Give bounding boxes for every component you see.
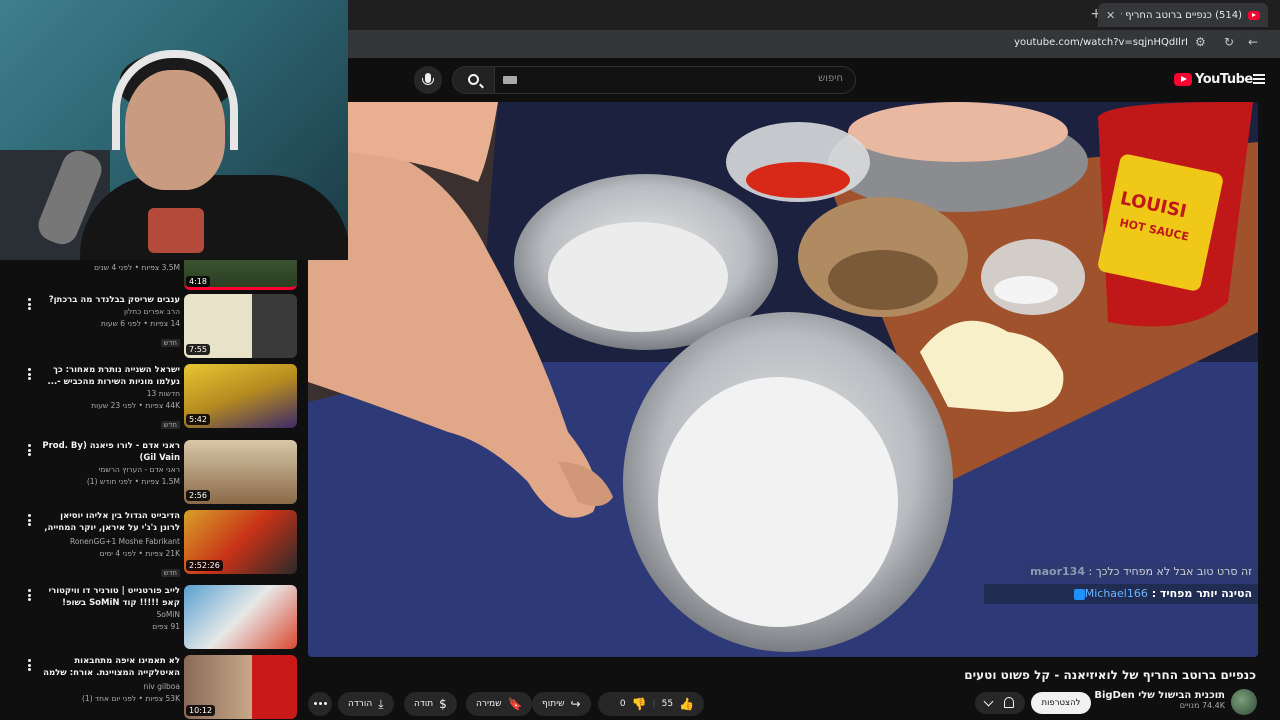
more-options-icon[interactable] [28, 659, 31, 671]
duration-badge: 2:56 [186, 490, 210, 501]
duration-badge: 7:55 [186, 344, 210, 355]
video-stats: 53K צפיות • לפני יום אחד (1) [82, 694, 180, 703]
list-item[interactable]: 5:42 ישראל השנייה נותרת מאחור: כך נעלמו … [0, 364, 308, 434]
logo-text: YouTube [1195, 72, 1253, 87]
dollar-icon: $ [439, 697, 447, 711]
hamburger-menu-icon[interactable] [1253, 74, 1265, 84]
list-item[interactable]: 2:56 ראני אדם - לורו פיאנה (Prod. By Gil… [0, 440, 308, 510]
chat-username: maor134 [1030, 565, 1085, 578]
new-badge: חדש [160, 339, 180, 347]
more-options-icon[interactable] [28, 298, 31, 310]
bell-icon [1004, 697, 1014, 708]
video-title[interactable]: ישראל השנייה נותרת מאחור: כך נעלמו מוניו… [40, 364, 181, 388]
duration-badge: 2:52:26 [186, 560, 223, 571]
streamer-webcam [0, 0, 348, 260]
list-item[interactable]: 4:18 3.5M צפיות • לפני 4 שנים [0, 260, 308, 296]
youtube-play-icon [1174, 73, 1192, 86]
video-title[interactable]: לא תאמינו איפה מתחבאות האיטלקייה המצויינ… [40, 655, 180, 681]
more-options-icon[interactable] [28, 589, 31, 601]
channel-name[interactable]: ראני אדם - הערוץ הרשמי [40, 464, 180, 476]
dislike-icon[interactable]: 👎 [632, 698, 647, 710]
search-icon [468, 74, 479, 85]
channel-name[interactable]: SoMiN [40, 609, 180, 621]
chevron-down-icon [983, 696, 994, 707]
video-stats: 44K צפיות • לפני 23 שעות [91, 401, 180, 410]
channel-avatar[interactable] [1231, 689, 1257, 715]
youtube-favicon-icon [1248, 10, 1260, 20]
video-title[interactable]: לייב פורטנייט | טורניר דו וויקטורי קאפ !… [40, 585, 180, 609]
download-label: הורדה [348, 699, 373, 709]
back-icon[interactable]: ← [1248, 35, 1258, 49]
like-dislike-button[interactable]: 👍 55 | 👎 0 [598, 692, 704, 716]
channel-name[interactable]: תוכנית הבישול שלי BigDen [1094, 690, 1225, 701]
chat-username: Michael166 [1084, 587, 1148, 600]
search-button[interactable] [452, 66, 495, 94]
browser-tab[interactable]: (514) כנפיים ברוטב החריף של ליוז ✕ [1098, 3, 1268, 27]
close-tab-icon[interactable]: ✕ [1106, 9, 1115, 22]
channel-name[interactable]: חדשות 13 [40, 388, 180, 400]
search-placeholder: חיפוש [818, 73, 843, 84]
channel-name[interactable]: niv gilboa [40, 681, 180, 693]
thanks-button[interactable]: $ תודה [404, 692, 457, 716]
tab-title: (514) כנפיים ברוטב החריף של ליוז [1121, 9, 1242, 21]
youtube-logo[interactable]: YouTube [1174, 72, 1253, 87]
voice-search-button[interactable] [414, 66, 442, 94]
video-stats: 1.5M צפיות • לפני חודש (1) [86, 477, 180, 486]
video-title[interactable]: ראני אדם - לורו פיאנה (Prod. By Gil Vain… [40, 440, 180, 464]
list-item[interactable]: 2:52:26 הדיבייט הגדול בין אליהו יוסיאן ל… [0, 510, 308, 580]
chat-message-text: הטינה יותר מפחיד [1159, 587, 1252, 600]
save-label: שמירה [476, 699, 502, 709]
save-button[interactable]: 🔖 שמירה [466, 692, 533, 716]
thanks-label: תודה [414, 699, 434, 709]
chat-message: זה סרט טוב אבל לא מפחיד כלכך : maor134 [1024, 562, 1258, 582]
list-item[interactable]: לייב פורטנייט | טורניר דו וויקטורי קאפ !… [0, 585, 308, 655]
bookmark-icon: 🔖 [507, 697, 523, 711]
chat-message: הטינה יותר מפחיד : Michael166 [984, 584, 1258, 604]
moderator-badge-icon [1073, 588, 1085, 600]
channel-name[interactable]: RonenGG+1 Moshe Fabrikant [40, 536, 180, 548]
like-icon[interactable]: 👍 [679, 698, 694, 710]
related-videos-sidebar: 4:18 3.5M צפיות • לפני 4 שנים 7:55 ענבים… [0, 260, 308, 720]
share-label: שיתוף [542, 699, 565, 709]
video-stats: 3.5M צפיות • לפני 4 שנים [94, 263, 180, 272]
keyboard-icon[interactable] [503, 76, 517, 84]
url-text[interactable]: youtube.com/watch?v=sqjnHQdIlrI [1014, 37, 1188, 48]
mic-icon [422, 73, 434, 85]
search-input[interactable]: חיפוש [494, 66, 856, 94]
duration-badge: 10:12 [186, 705, 216, 716]
video-title[interactable]: הדיבייט הגדול בין אליהו יוסיאן לרונן ג'ג… [40, 510, 180, 536]
phone [148, 208, 204, 253]
download-button[interactable]: ⤓ הורדה [338, 692, 394, 716]
share-button[interactable]: ↪ שיתוף [532, 692, 591, 716]
video-stats: 91 צפים [152, 622, 180, 631]
dislike-count: 0 [619, 699, 626, 709]
video-title[interactable]: ענבים שריסק בבלנדר מה ברכתן? [40, 294, 180, 306]
duration-badge: 5:42 [186, 414, 210, 425]
more-options-icon[interactable] [28, 514, 31, 526]
like-count: 55 [661, 699, 674, 709]
reload-icon[interactable]: ↻ [1224, 35, 1234, 49]
join-button[interactable]: להצטרפות [1031, 692, 1091, 714]
more-actions-button[interactable] [308, 692, 332, 716]
chat-message-text: זה סרט טוב אבל לא מפחיד כלכך [1095, 565, 1252, 578]
new-badge: חדש [160, 569, 180, 577]
video-stats: 14 צפיות • לפני 6 שעות [100, 319, 180, 328]
subscriber-count: 74.4K מנויים [1179, 701, 1225, 710]
video-thumbnail[interactable] [184, 585, 297, 649]
download-icon: ⤓ [378, 697, 384, 711]
site-settings-icon[interactable]: ⚙ [1195, 35, 1206, 49]
channel-info: תוכנית הבישול שלי BigDen 74.4K מנויים [1094, 690, 1225, 710]
channel-name[interactable]: הרב אפרים כחלון [40, 306, 180, 318]
video-title: כנפיים ברוטב החריף של לואיזיאנה - קל פשו… [964, 668, 1256, 682]
more-options-icon[interactable] [28, 368, 31, 380]
share-icon: ↪ [570, 697, 581, 711]
list-item[interactable]: 7:55 ענבים שריסק בבלנדר מה ברכתן? הרב אפ… [0, 294, 308, 364]
more-options-icon[interactable] [28, 444, 31, 456]
subscribed-button[interactable] [975, 692, 1025, 714]
duration-badge: 4:18 [186, 276, 210, 287]
list-item[interactable]: 10:12 לא תאמינו איפה מתחבאות האיטלקייה ה… [0, 655, 308, 720]
new-badge: חדש [160, 421, 180, 429]
video-stats: 21K צפיות • לפני 4 ימים [99, 549, 180, 558]
